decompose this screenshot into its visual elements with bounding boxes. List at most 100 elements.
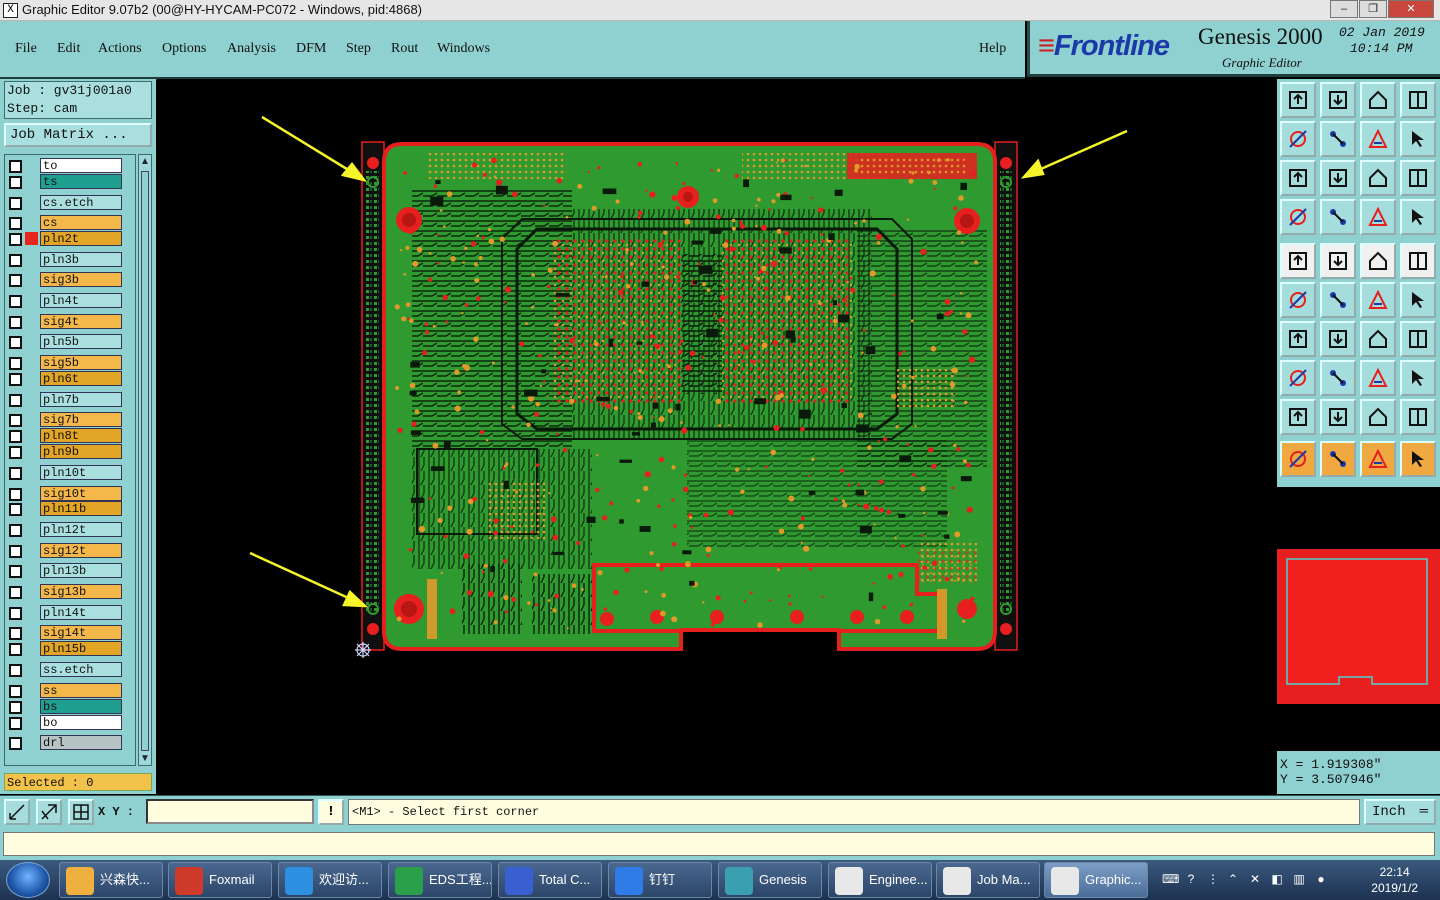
board-overview[interactable]	[1277, 487, 1440, 751]
layer-name[interactable]: sig7b	[40, 412, 122, 428]
scale-icon[interactable]	[1360, 160, 1396, 196]
layer-checkbox[interactable]	[9, 446, 22, 460]
menu-rout[interactable]: Rout	[391, 41, 418, 57]
layer-color-swatch[interactable]	[25, 372, 38, 386]
scroll-down-icon[interactable]: ▼	[140, 753, 150, 764]
a-arrow-icon[interactable]	[1400, 399, 1436, 435]
layer-row[interactable]: cs.etch	[5, 194, 135, 211]
layer-checkbox[interactable]	[9, 664, 22, 678]
layer-row[interactable]: cs	[5, 215, 135, 231]
triangle-up-icon[interactable]	[1320, 399, 1356, 435]
layer-checkbox[interactable]	[9, 700, 22, 714]
layer-checkbox[interactable]	[9, 524, 22, 538]
layer-checkbox[interactable]	[9, 175, 22, 189]
menu-step[interactable]: Step	[346, 41, 371, 57]
house-icon[interactable]	[1360, 82, 1396, 118]
flip-icon[interactable]	[1360, 121, 1396, 157]
arc-icon[interactable]	[1280, 321, 1316, 357]
ruler-icon[interactable]	[1360, 243, 1396, 279]
layer-name[interactable]: pln9b	[40, 444, 122, 460]
layer-checkbox[interactable]	[9, 586, 22, 600]
layer-name[interactable]: pln4t	[40, 293, 122, 309]
layer-checkbox[interactable]	[9, 606, 22, 620]
shape-icon[interactable]	[1320, 243, 1356, 279]
layer-color-swatch[interactable]	[25, 252, 38, 266]
menu-help[interactable]: Help	[979, 41, 1006, 57]
pad-move-icon[interactable]	[1280, 360, 1316, 396]
network-icon[interactable]: ⋮	[1206, 872, 1220, 886]
layer-color-swatch[interactable]	[25, 736, 38, 750]
layer-color-swatch[interactable]	[25, 356, 38, 370]
layer-color-swatch[interactable]	[25, 159, 38, 172]
layer-checkbox[interactable]	[9, 544, 22, 558]
layer-name[interactable]: sig3b	[40, 272, 122, 288]
layer-color-swatch[interactable]	[25, 626, 38, 640]
keyboard-icon[interactable]: ⌨	[1162, 872, 1179, 886]
layer-checkbox[interactable]	[9, 430, 22, 444]
layer-row[interactable]: ss	[5, 682, 135, 699]
layer-color-swatch[interactable]	[25, 294, 38, 308]
layer-row[interactable]: sig3b	[5, 272, 135, 288]
settings-icon[interactable]	[1280, 199, 1316, 235]
taskbar-item[interactable]: Genesis	[718, 862, 822, 898]
app-tray-icon[interactable]: ✕	[1248, 872, 1262, 886]
layer-color-swatch[interactable]	[25, 392, 38, 406]
layer-color-swatch[interactable]	[25, 216, 38, 230]
layer-name[interactable]: pln11b	[40, 501, 122, 517]
left-arrow-icon[interactable]	[1280, 121, 1316, 157]
home-icon[interactable]	[1280, 82, 1316, 118]
layer-color-swatch[interactable]	[25, 699, 38, 713]
layer-color-swatch[interactable]	[25, 543, 38, 557]
menu-edit[interactable]: Edit	[57, 41, 80, 57]
layer-checkbox[interactable]	[9, 466, 22, 480]
layer-color-swatch[interactable]	[25, 642, 38, 656]
layer-scrollbar[interactable]: ▲ ▼	[138, 154, 152, 766]
taskbar-item[interactable]: 兴森快...	[59, 862, 163, 898]
layer-checkbox[interactable]	[9, 627, 22, 641]
pcb-drawing[interactable]	[157, 79, 1277, 794]
layer-name[interactable]: pln6t	[40, 371, 122, 387]
layer-row[interactable]: bs	[5, 698, 135, 715]
restore-button[interactable]: ❐	[1359, 0, 1387, 18]
layer-row[interactable]: sig13b	[5, 584, 135, 600]
triangle-icon[interactable]	[1280, 399, 1316, 435]
grid-toggle-icon[interactable]	[1320, 199, 1356, 235]
layer-name[interactable]: to	[40, 158, 122, 173]
layer-name[interactable]: sig5b	[40, 355, 122, 371]
help-icon[interactable]: ?	[1184, 872, 1198, 886]
zoom-fit-button[interactable]	[36, 799, 62, 825]
layer-checkbox[interactable]	[9, 487, 22, 501]
layer-name[interactable]: ss	[40, 682, 122, 698]
layers-red2-icon[interactable]	[1400, 199, 1436, 235]
layer-name[interactable]: bo	[40, 714, 122, 730]
layer-name[interactable]: sig13b	[40, 584, 122, 600]
layer-checkbox[interactable]	[9, 503, 22, 517]
layers-red-icon[interactable]	[1360, 199, 1396, 235]
layer-color-swatch[interactable]	[25, 195, 38, 209]
nodes-icon[interactable]	[1280, 282, 1316, 318]
menu-options[interactable]: Options	[162, 41, 206, 57]
menu-analysis[interactable]: Analysis	[227, 41, 276, 57]
scroll-thumb[interactable]	[141, 171, 149, 751]
unit-selector[interactable]: Inch ═	[1364, 799, 1436, 825]
layer-row[interactable]: pln13b	[5, 563, 135, 579]
layer-row[interactable]: pln4t	[5, 293, 135, 309]
scroll-up-icon[interactable]: ▲	[140, 156, 150, 167]
layer-name[interactable]: pln12t	[40, 522, 122, 538]
layer-color-swatch[interactable]	[25, 564, 38, 578]
taskbar-item[interactable]: Total C...	[498, 862, 602, 898]
layer-color-swatch[interactable]	[25, 585, 38, 599]
layer-color-swatch[interactable]	[25, 413, 38, 427]
layer-checkbox[interactable]	[9, 565, 22, 579]
zoom-window-button[interactable]	[4, 799, 30, 825]
layer-name[interactable]: pln2t	[40, 231, 122, 247]
volume-icon[interactable]: ◧	[1270, 872, 1284, 886]
layer-checkbox[interactable]	[9, 160, 22, 173]
layer-color-swatch[interactable]	[25, 232, 38, 246]
layer-row[interactable]: pln7b	[5, 391, 135, 408]
cursor-box-icon[interactable]	[1320, 441, 1356, 477]
layer-color-swatch[interactable]	[25, 273, 38, 287]
help-icon[interactable]	[1400, 160, 1436, 196]
layer-name[interactable]: pln3b	[40, 251, 122, 267]
layer-name[interactable]: pln13b	[40, 563, 122, 579]
